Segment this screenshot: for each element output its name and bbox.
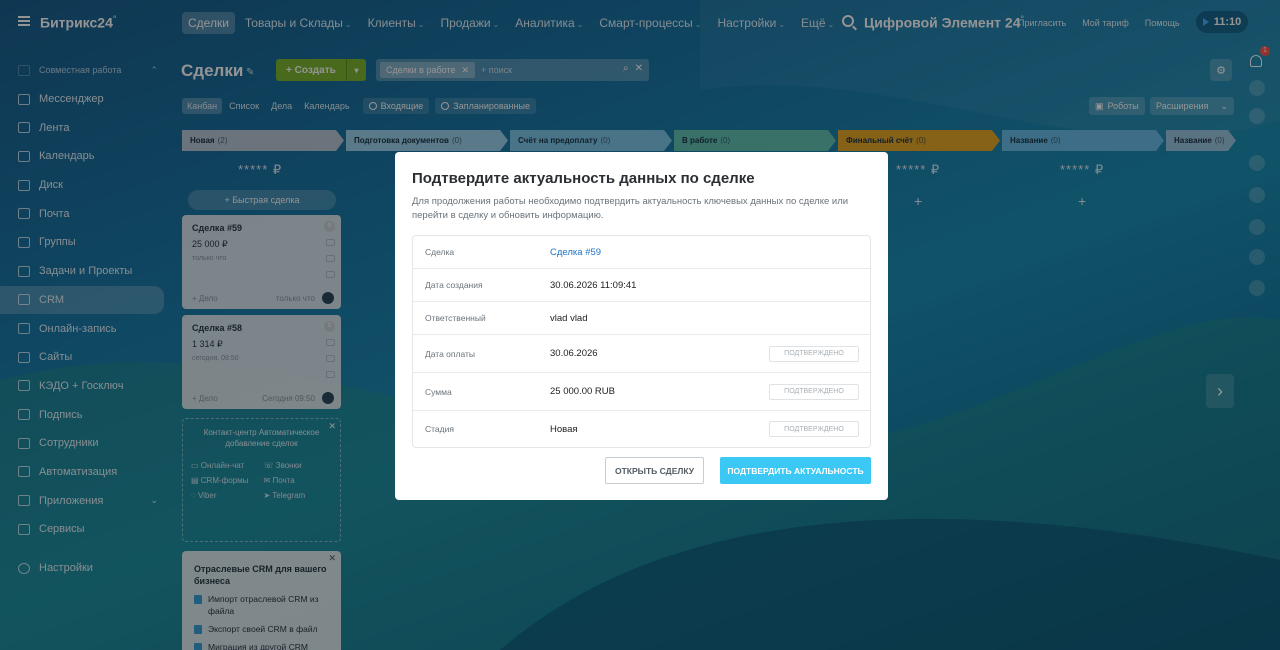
row-label: Стадия bbox=[425, 424, 454, 434]
row-label: Сумма bbox=[425, 386, 452, 397]
row-value: vlad vlad bbox=[550, 312, 588, 324]
deal-data-table: Сделка Сделка #59 Дата создания 30.06.20… bbox=[412, 235, 871, 448]
table-row: Сумма 25 000.00 RUB ПОДТВЕРЖДЕНО bbox=[413, 373, 870, 411]
table-row: Ответственный vlad vlad bbox=[413, 302, 870, 335]
confirmed-status[interactable]: ПОДТВЕРЖДЕНО bbox=[769, 345, 859, 362]
dialog-title: Подтвердите актуальность данных по сделк… bbox=[412, 170, 755, 187]
table-row: Стадия Новая ПОДТВЕРЖДЕНО bbox=[413, 411, 870, 447]
row-label: Дата создания bbox=[425, 280, 483, 290]
row-label: Дата оплаты bbox=[425, 348, 476, 359]
row-value: 25 000.00 RUB bbox=[550, 386, 615, 397]
confirm-deal-dialog: Подтвердите актуальность данных по сделк… bbox=[395, 152, 888, 500]
row-value: Новая bbox=[550, 423, 578, 435]
open-deal-button[interactable]: ОТКРЫТЬ СДЕЛКУ bbox=[605, 457, 704, 484]
table-row: Сделка Сделка #59 bbox=[413, 236, 870, 269]
confirmed-status[interactable]: ПОДТВЕРЖДЕНО bbox=[769, 383, 859, 400]
deal-link[interactable]: Сделка #59 bbox=[550, 247, 601, 258]
confirmed-status[interactable]: ПОДТВЕРЖДЕНО bbox=[769, 421, 859, 437]
table-row: Дата создания 30.06.2026 11:09:41 bbox=[413, 269, 870, 302]
row-label: Ответственный bbox=[425, 313, 486, 323]
confirm-actuality-button[interactable]: ПОДТВЕРДИТЬ АКТУАЛЬНОСТЬ bbox=[720, 457, 871, 484]
table-row: Дата оплаты 30.06.2026 ПОДТВЕРЖДЕНО bbox=[413, 335, 870, 373]
row-value: 30.06.2026 bbox=[550, 348, 598, 359]
dialog-description: Для продолжения работы необходимо подтве… bbox=[412, 196, 849, 221]
row-value: 30.06.2026 11:09:41 bbox=[550, 279, 637, 291]
row-label: Сделка bbox=[425, 247, 455, 257]
